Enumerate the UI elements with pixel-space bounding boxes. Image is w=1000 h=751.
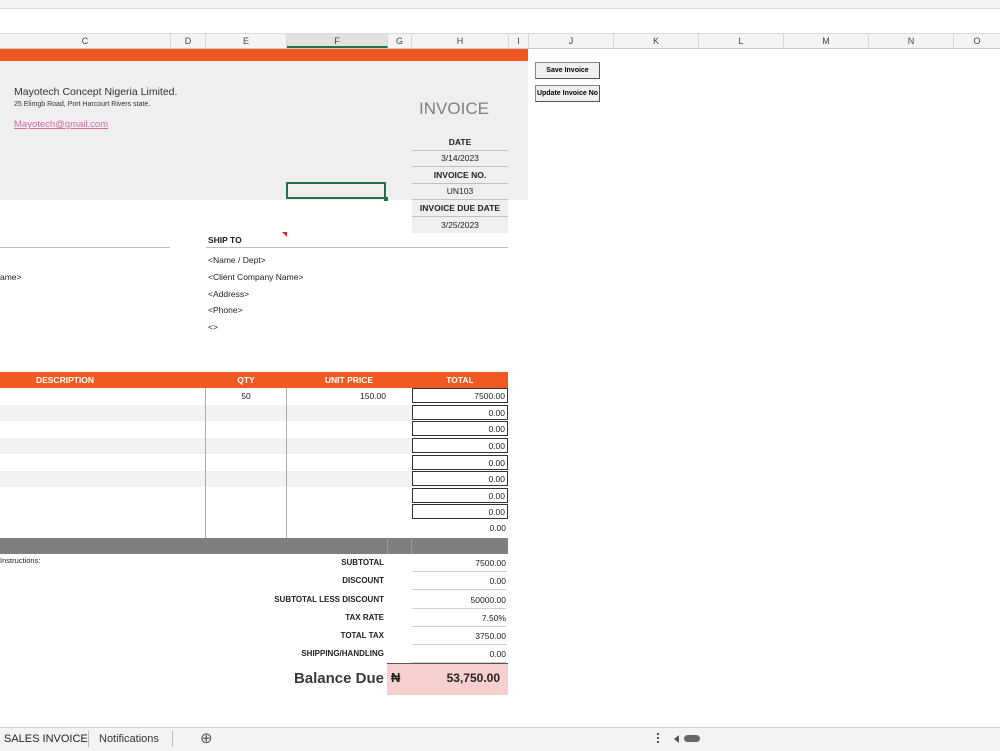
- scroll-left-icon[interactable]: [674, 735, 679, 743]
- add-sheet-icon[interactable]: ⊕: [198, 728, 215, 750]
- tab-notifications[interactable]: Notifications: [97, 728, 161, 750]
- row-shade: [0, 438, 412, 454]
- footer-divider: [387, 538, 388, 554]
- column-headers: C D E F G H I J K L M N O: [0, 34, 1000, 49]
- company-address: 25 Elimgb Road, Port Harcourt Rivers sta…: [14, 101, 151, 108]
- invoice-due-date-label: INVOICE DUE DATE: [412, 200, 508, 217]
- ship-to-underline: [206, 247, 508, 248]
- instructions-label: Instructions:: [0, 556, 41, 565]
- header-description: DESCRIPTION: [35, 375, 95, 385]
- company-name: Mayotech Concept Nigeria Limited.: [14, 86, 178, 98]
- ship-to-label: SHIP TO: [208, 235, 242, 245]
- items-table-footer: [0, 538, 508, 554]
- column-divider: [205, 388, 206, 554]
- column-divider: [286, 388, 287, 554]
- col-header-c[interactable]: C: [0, 34, 171, 48]
- invoice-date[interactable]: 3/14/2023: [412, 151, 508, 167]
- fill-handle[interactable]: [384, 197, 388, 201]
- invoice-no-label: INVOICE NO.: [412, 167, 508, 184]
- balance-due-label: Balance Due: [293, 670, 384, 687]
- col-header-n[interactable]: N: [869, 34, 954, 48]
- update-invoice-no-button[interactable]: Update Invoice No: [535, 85, 600, 102]
- row-shade: [0, 405, 412, 421]
- invoice-number[interactable]: UN103: [412, 184, 508, 200]
- tax-rate-value[interactable]: 7.50%: [412, 610, 506, 627]
- col-header-k[interactable]: K: [614, 34, 699, 48]
- comment-indicator[interactable]: [282, 232, 287, 237]
- col-header-i[interactable]: I: [509, 34, 529, 48]
- subtotal-label: SUBTOTAL: [341, 558, 384, 567]
- discount-value[interactable]: 0.00: [412, 573, 506, 590]
- row-shade: [0, 471, 412, 487]
- row-6-total[interactable]: 0.00: [412, 471, 508, 486]
- row-5-total[interactable]: 0.00: [412, 455, 508, 470]
- tab-sales-invoice[interactable]: SALES INVOICE: [2, 728, 90, 750]
- bill-to-name-partial[interactable]: ame>: [0, 272, 22, 282]
- row-4-total[interactable]: 0.00: [412, 438, 508, 453]
- horizontal-scrollbar-thumb[interactable]: [684, 735, 700, 742]
- row-1-unit-price[interactable]: 150.00: [287, 389, 386, 404]
- ribbon-edge: [0, 0, 1000, 9]
- subtotal-value[interactable]: 7500.00: [412, 555, 506, 572]
- total-tax-label: TOTAL TAX: [340, 631, 384, 640]
- shipping-handling-value[interactable]: 0.00: [412, 646, 506, 663]
- col-header-l[interactable]: L: [699, 34, 784, 48]
- row-9-total[interactable]: 0.00: [412, 521, 506, 536]
- col-header-h[interactable]: H: [412, 34, 509, 48]
- ship-to-line-other[interactable]: <>: [208, 322, 218, 332]
- total-tax-value[interactable]: 3750.00: [412, 628, 506, 645]
- save-invoice-button[interactable]: Save Invoice: [535, 62, 600, 79]
- header-accent-bar: [0, 49, 528, 61]
- row-8-total[interactable]: 0.00: [412, 504, 508, 519]
- col-header-m[interactable]: M: [784, 34, 869, 48]
- subtotal-less-discount-value[interactable]: 50000.00: [412, 592, 506, 609]
- ship-to-line-phone[interactable]: <Phone>: [208, 305, 243, 315]
- row-1-qty[interactable]: 50: [206, 389, 286, 404]
- row-7-total[interactable]: 0.00: [412, 488, 508, 503]
- ship-to-line-company[interactable]: <Client Company Name>: [208, 272, 303, 282]
- header-qty: QTY: [237, 375, 255, 385]
- row-2-total[interactable]: 0.00: [412, 405, 508, 420]
- sheet-tab-bar: SALES INVOICE Notifications ⊕: [0, 727, 1000, 751]
- tab-splitter-handle[interactable]: [657, 733, 660, 745]
- ship-to-line-name[interactable]: <Name / Dept>: [208, 255, 266, 265]
- tax-rate-label: TAX RATE: [345, 613, 384, 622]
- col-header-e[interactable]: E: [206, 34, 287, 48]
- formula-bar[interactable]: [0, 9, 1000, 34]
- date-label: DATE: [412, 134, 508, 151]
- bill-to-underline: [0, 247, 170, 248]
- currency-naira-symbol: ₦: [391, 670, 401, 685]
- footer-divider: [411, 538, 412, 554]
- subtotal-less-discount-label: SUBTOTAL LESS DISCOUNT: [274, 595, 384, 604]
- invoice-due-date[interactable]: 3/25/2023: [412, 217, 508, 233]
- shipping-handling-label: SHIPPING/HANDLING: [301, 649, 384, 658]
- row-3-total[interactable]: 0.00: [412, 421, 508, 436]
- ship-to-line-address[interactable]: <Address>: [208, 289, 249, 299]
- row-1-total[interactable]: 7500.00: [412, 388, 508, 403]
- selected-cell[interactable]: [286, 182, 386, 199]
- col-header-o[interactable]: O: [954, 34, 1000, 48]
- col-header-g[interactable]: G: [388, 34, 412, 48]
- invoice-title: INVOICE: [419, 99, 489, 118]
- header-total: TOTAL: [446, 375, 474, 385]
- tab-separator: [172, 731, 173, 747]
- tab-separator: [88, 731, 89, 747]
- discount-label: DISCOUNT: [342, 576, 384, 585]
- col-header-f[interactable]: F: [287, 34, 388, 48]
- company-email-link[interactable]: Mayotech@gmail.com: [14, 119, 108, 130]
- col-header-j[interactable]: J: [529, 34, 614, 48]
- header-unit-price: UNIT PRICE: [324, 375, 374, 385]
- col-header-d[interactable]: D: [171, 34, 206, 48]
- balance-due-value[interactable]: 53,750.00: [412, 671, 500, 685]
